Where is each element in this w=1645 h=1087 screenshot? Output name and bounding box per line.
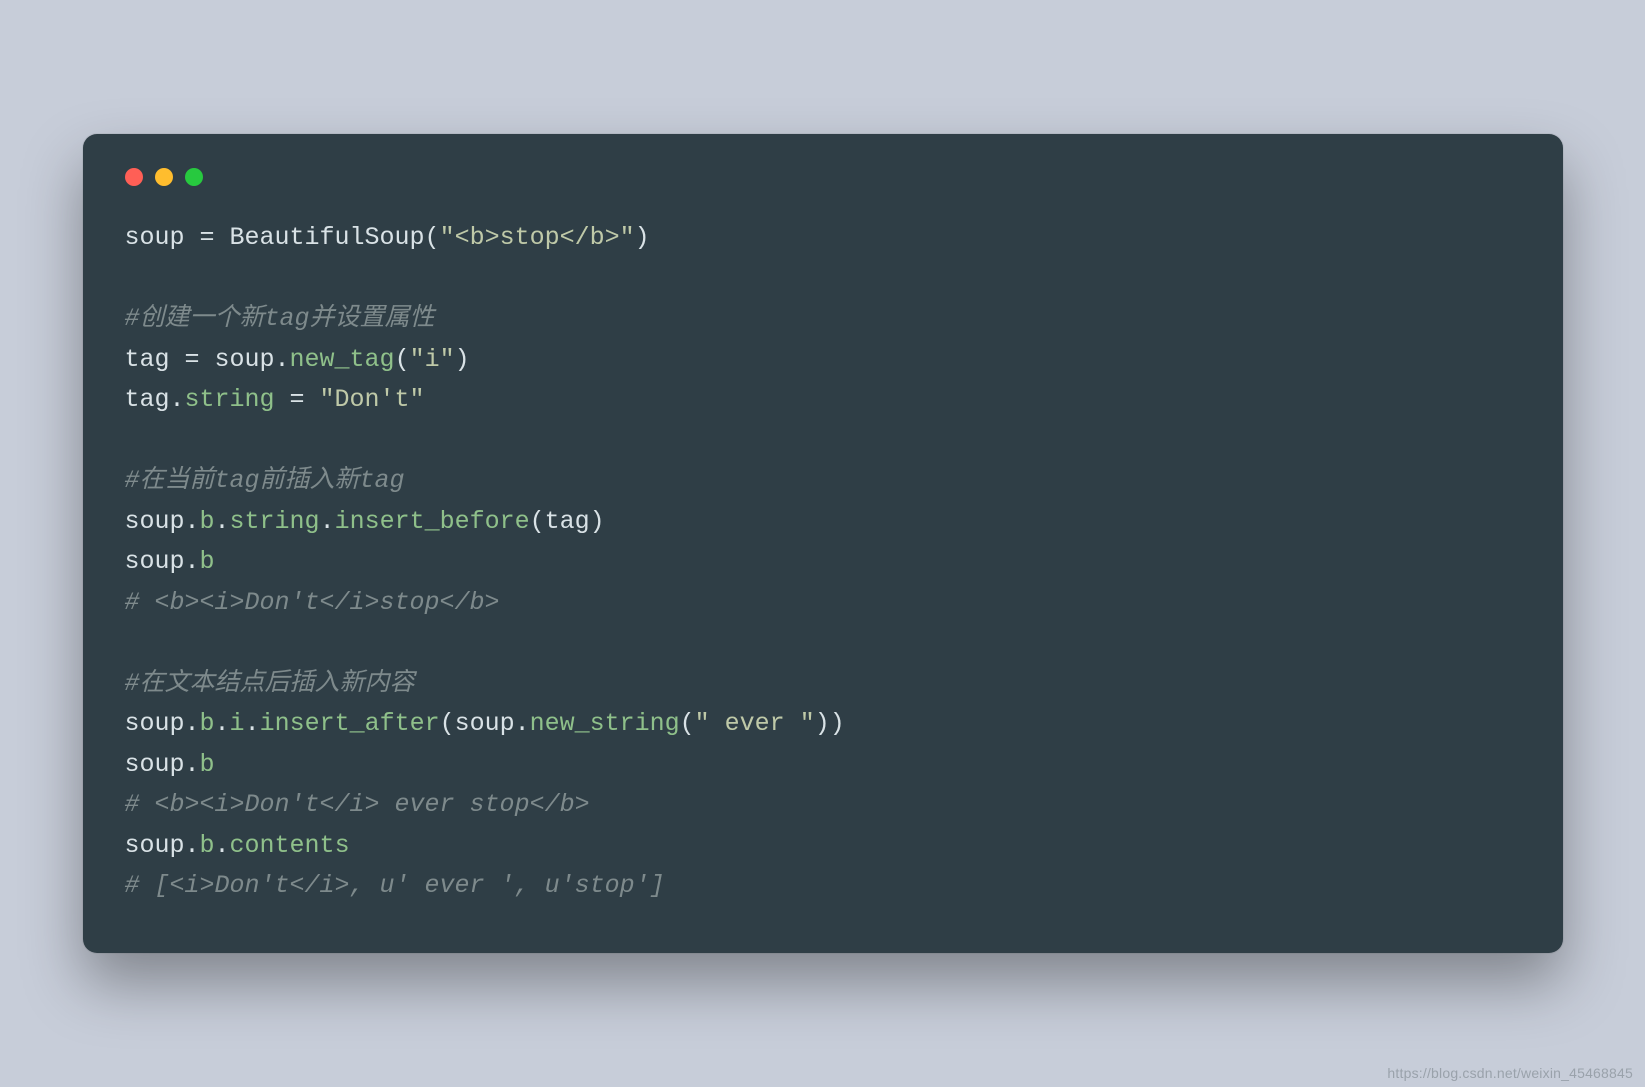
- code-token: b: [200, 507, 215, 536]
- code-token: new_tag: [290, 345, 395, 374]
- code-token: .: [320, 507, 335, 536]
- code-token: b: [200, 547, 215, 576]
- code-window: soup = BeautifulSoup("<b>stop</b>") #创建一…: [83, 134, 1563, 953]
- code-token: (soup.: [440, 709, 530, 738]
- code-token: " ever ": [695, 709, 815, 738]
- code-token: soup.: [125, 547, 200, 576]
- code-token: "i": [410, 345, 455, 374]
- code-token: string: [230, 507, 320, 536]
- minimize-icon[interactable]: [155, 168, 173, 186]
- code-token: "Don't": [320, 385, 425, 414]
- code-token: .: [245, 709, 260, 738]
- code-token: soup.: [125, 750, 200, 779]
- code-token: )): [815, 709, 845, 738]
- code-token: insert_after: [260, 709, 440, 738]
- code-token: tag = soup.: [125, 345, 290, 374]
- code-token: soup = BeautifulSoup(: [125, 223, 440, 252]
- code-token: contents: [230, 831, 350, 860]
- code-token: # <b><i>Don't</i>stop</b>: [125, 588, 500, 617]
- code-token: tag.: [125, 385, 185, 414]
- code-token: ): [635, 223, 650, 252]
- code-token: =: [275, 385, 320, 414]
- code-token: soup.: [125, 709, 200, 738]
- code-token: # <b><i>Don't</i> ever stop</b>: [125, 790, 590, 819]
- code-token: soup.: [125, 831, 200, 860]
- watermark: https://blog.csdn.net/weixin_45468845: [1387, 1065, 1633, 1081]
- code-token: b: [200, 831, 215, 860]
- code-token: "<b>stop</b>": [440, 223, 635, 252]
- code-block: soup = BeautifulSoup("<b>stop</b>") #创建一…: [125, 218, 1521, 907]
- code-token: insert_before: [335, 507, 530, 536]
- code-token: # [<i>Don't</i>, u' ever ', u'stop']: [125, 871, 665, 900]
- code-token: .: [215, 709, 230, 738]
- code-token: i: [230, 709, 245, 738]
- zoom-icon[interactable]: [185, 168, 203, 186]
- code-token: .: [215, 507, 230, 536]
- code-token: #创建一个新tag并设置属性: [125, 304, 435, 333]
- code-token: new_string: [530, 709, 680, 738]
- code-token: b: [200, 750, 215, 779]
- code-token: #在文本结点后插入新内容: [125, 669, 415, 698]
- close-icon[interactable]: [125, 168, 143, 186]
- code-token: string: [185, 385, 275, 414]
- code-token: .: [215, 831, 230, 860]
- code-token: b: [200, 709, 215, 738]
- code-token: #在当前tag前插入新tag: [125, 466, 405, 495]
- code-token: (: [395, 345, 410, 374]
- code-token: (: [680, 709, 695, 738]
- code-token: ): [455, 345, 470, 374]
- code-token: (tag): [530, 507, 605, 536]
- traffic-lights: [125, 168, 1521, 186]
- code-token: soup.: [125, 507, 200, 536]
